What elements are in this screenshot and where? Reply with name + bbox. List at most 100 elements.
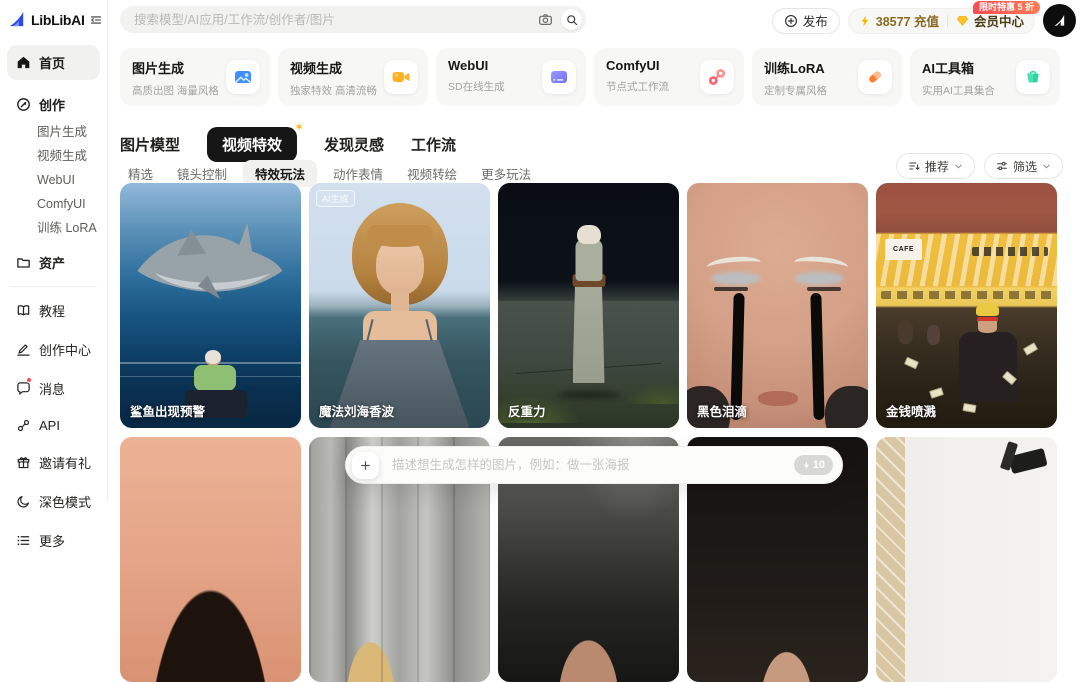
- sidebar-item-assets[interactable]: 资产: [0, 246, 107, 279]
- sidebar-item-invite[interactable]: 邀请有礼: [0, 446, 107, 479]
- gem-icon: [956, 14, 969, 27]
- sidebar-item-dark-mode[interactable]: 深色模式: [0, 485, 107, 518]
- nodes-icon: [700, 60, 734, 94]
- sidebar-item-tutorials[interactable]: 教程: [0, 294, 107, 327]
- gallery-row-1: 鲨鱼出现预警 AI生成 魔法刘海香波 反重力 黑色泪滴 CAF: [120, 183, 1057, 428]
- sidebar-item-video-gen[interactable]: 视频生成: [37, 144, 107, 168]
- card-title: 反重力: [508, 401, 546, 420]
- generation-cost-badge: 10: [794, 455, 833, 475]
- tab-image-models[interactable]: 图片模型: [120, 134, 180, 155]
- sidebar-item-label: 创作: [39, 95, 65, 114]
- lightning-icon: [859, 15, 871, 27]
- camera-icon[interactable]: [538, 12, 553, 27]
- user-avatar[interactable]: [1043, 4, 1076, 37]
- gallery-card-shark-alert[interactable]: 鲨鱼出现预警: [120, 183, 301, 428]
- add-attachment-button[interactable]: [352, 452, 379, 479]
- card-art: [309, 183, 490, 428]
- prompt-bar: 10: [345, 446, 843, 484]
- feature-comfyui[interactable]: ComfyUI 节点式工作流: [594, 48, 744, 106]
- sidebar-item-create[interactable]: 创作: [0, 86, 107, 120]
- sidebar-item-label: 创作中心: [39, 340, 91, 359]
- prompt-input[interactable]: [392, 458, 794, 472]
- card-art: [498, 183, 679, 428]
- sidebar-divider: [10, 286, 97, 287]
- feature-image-generation[interactable]: 图片生成 高质出图 海量风格: [120, 48, 270, 106]
- chevron-down-icon: [1042, 162, 1051, 171]
- sidebar-item-webui[interactable]: WebUI: [37, 168, 107, 192]
- sidebar-item-label: 邀请有礼: [39, 453, 91, 472]
- gallery-card-magic-bangs[interactable]: AI生成 魔法刘海香波: [309, 183, 490, 428]
- sidebar-item-creator-center[interactable]: 创作中心: [0, 333, 107, 366]
- filter-button[interactable]: 筛选: [984, 153, 1063, 179]
- sidebar-item-label: 资产: [39, 253, 65, 272]
- sidebar-collapse-icon[interactable]: [89, 13, 103, 27]
- browser-card-icon: [542, 60, 576, 94]
- feature-video-generation[interactable]: 视频生成 独家特效 高清流畅: [278, 48, 428, 106]
- sidebar-item-comfyui[interactable]: ComfyUI: [37, 192, 107, 216]
- notification-dot: [26, 377, 32, 383]
- feature-webui[interactable]: WebUI SD在线生成: [436, 48, 586, 106]
- tab-label: 视频特效: [222, 137, 282, 154]
- gallery-card-money-splash[interactable]: CAFE 金钱喷溅: [876, 183, 1057, 428]
- cafe-sign-text: CAFE: [885, 239, 922, 260]
- tab-discover[interactable]: 发现灵感: [324, 134, 384, 155]
- card-title: 魔法刘海香波: [319, 401, 394, 420]
- separator: [947, 15, 948, 27]
- publish-button[interactable]: 发布: [772, 8, 840, 34]
- promo-badge: 限时特惠 5 折: [973, 1, 1040, 14]
- card-title: 黑色泪滴: [697, 401, 747, 420]
- card-art: [120, 183, 301, 428]
- main-tabs: 图片模型 视频特效 ✶ 发现灵感 工作流: [120, 127, 456, 162]
- card-title: 鲨鱼出现预警: [130, 401, 205, 420]
- api-icon: [16, 418, 31, 433]
- sidebar-item-label: 深色模式: [39, 492, 91, 511]
- logo[interactable]: LibLibAI: [0, 0, 107, 37]
- sort-button[interactable]: 推荐: [896, 153, 975, 179]
- publish-label: 发布: [803, 11, 828, 30]
- sidebar-item-label: 更多: [39, 531, 65, 550]
- header-actions: 发布 38577 充值 会员中心 限时特惠 5 折: [772, 4, 1076, 37]
- sidebar-item-label: API: [39, 418, 60, 433]
- sidebar-item-image-gen[interactable]: 图片生成: [37, 120, 107, 144]
- card-art: [876, 437, 1057, 682]
- feature-ai-toolbox[interactable]: AI工具箱 实用AI工具集合: [910, 48, 1060, 106]
- lightning-icon: [802, 461, 811, 470]
- credits-recharge-button[interactable]: 38577 充值: [876, 11, 939, 30]
- member-center-button[interactable]: 会员中心: [974, 11, 1024, 30]
- tab-workflow[interactable]: 工作流: [411, 134, 456, 155]
- sidebar: LibLibAI 首页 创作 图片生成 视频生成 WebUI ComfyUI 训…: [0, 0, 108, 500]
- video-camera-icon: [384, 60, 418, 94]
- feature-shortcuts: 图片生成 高质出图 海量风格 视频生成 独家特效 高清流畅 WebUI SD在线…: [120, 48, 1060, 106]
- sort-icon: [908, 160, 920, 172]
- sidebar-item-api[interactable]: API: [0, 411, 107, 440]
- tab-video-effects[interactable]: 视频特效 ✶: [207, 127, 297, 162]
- plus-icon: [360, 460, 371, 471]
- filter-label: 筛选: [1013, 158, 1037, 175]
- ai-generated-badge: AI生成: [316, 190, 355, 207]
- image-icon: [226, 60, 260, 94]
- gallery-card[interactable]: [876, 437, 1057, 682]
- sidebar-item-train-lora[interactable]: 训练 LoRA: [37, 216, 107, 240]
- sparkle-icon: ✶: [294, 120, 304, 134]
- book-icon: [16, 303, 31, 318]
- message-icon: [16, 381, 31, 396]
- search-button[interactable]: [561, 9, 582, 30]
- sidebar-item-messages[interactable]: 消息: [0, 372, 107, 405]
- search-input[interactable]: [134, 13, 538, 27]
- gift-icon: [16, 455, 31, 470]
- search-bar: [120, 6, 586, 33]
- publish-plus-icon: [784, 14, 798, 28]
- gallery-card[interactable]: [120, 437, 301, 682]
- gallery-card-black-tears[interactable]: 黑色泪滴: [687, 183, 868, 428]
- search-icon: [566, 14, 578, 26]
- sidebar-item-home[interactable]: 首页: [7, 45, 100, 80]
- chevron-down-icon: [954, 162, 963, 171]
- card-art: [687, 183, 868, 428]
- sidebar-item-more[interactable]: 更多: [0, 524, 107, 557]
- feature-train-lora[interactable]: 训练LoRA 定制专属风格: [752, 48, 902, 106]
- cost-value: 10: [813, 459, 825, 471]
- capsule-icon: [858, 60, 892, 94]
- gallery-card-anti-gravity[interactable]: 反重力: [498, 183, 679, 428]
- create-icon: [16, 97, 31, 112]
- list-icon: [16, 533, 31, 548]
